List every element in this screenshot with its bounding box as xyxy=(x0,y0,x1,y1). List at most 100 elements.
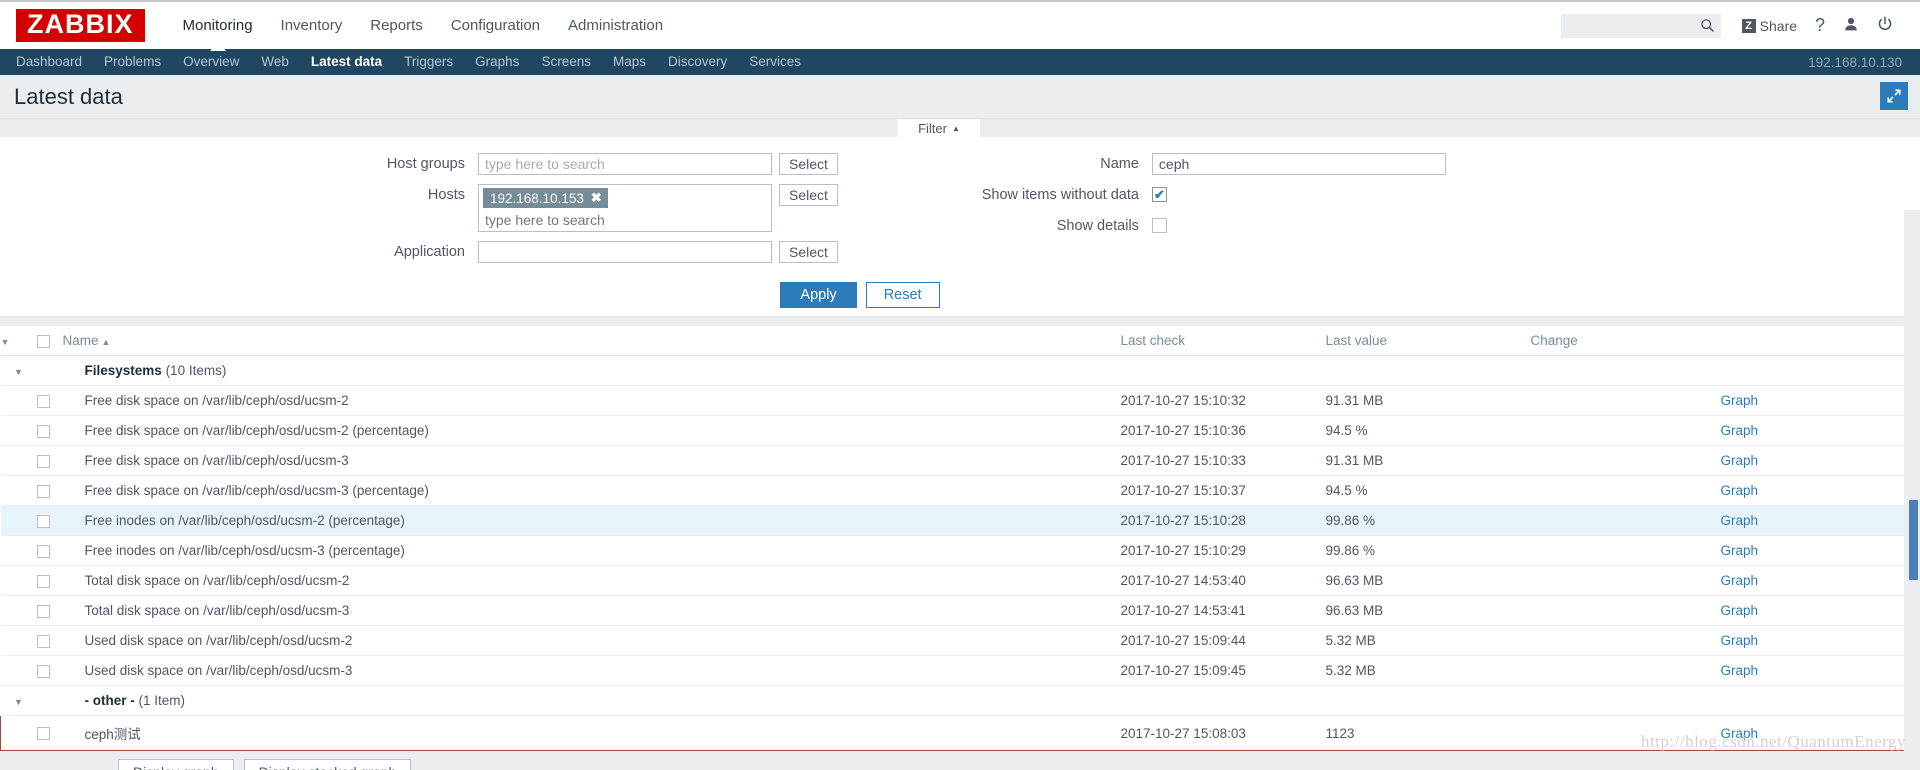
table-row[interactable]: Free disk space on /var/lib/ceph/osd/ucs… xyxy=(0,415,1905,446)
scrollbar-thumb[interactable] xyxy=(1909,500,1918,580)
group-collapse-toggle[interactable]: ▼ xyxy=(0,355,37,386)
graph-link-cell[interactable]: Graph xyxy=(1720,535,1905,566)
graph-link[interactable]: Graph xyxy=(1721,663,1759,678)
close-icon[interactable]: ✖ xyxy=(591,190,602,206)
display-graph-button[interactable]: Display graph xyxy=(118,759,234,770)
host-chip[interactable]: 192.168.10.153 ✖ xyxy=(483,188,608,208)
graph-link-cell[interactable]: Graph xyxy=(1720,655,1905,686)
nav-item-problems[interactable]: Problems xyxy=(93,49,172,75)
graph-link-cell[interactable]: Graph xyxy=(1720,385,1905,416)
graph-link[interactable]: Graph xyxy=(1721,633,1759,648)
row-checkbox[interactable] xyxy=(36,454,50,468)
graph-link[interactable]: Graph xyxy=(1721,726,1759,741)
show-details-checkbox[interactable] xyxy=(1151,218,1167,233)
table-row[interactable]: Free disk space on /var/lib/ceph/osd/ucs… xyxy=(0,385,1905,416)
search-input[interactable] xyxy=(1560,13,1721,38)
row-checkbox[interactable] xyxy=(36,634,50,648)
nav-item-triggers[interactable]: Triggers xyxy=(393,49,464,75)
row-checkbox[interactable] xyxy=(36,574,50,588)
group-collapse-toggle[interactable]: ▼ xyxy=(0,685,37,716)
main-menu-item-administration[interactable]: Administration xyxy=(554,1,677,50)
nav-item-discovery[interactable]: Discovery xyxy=(657,49,738,75)
application-input[interactable] xyxy=(478,241,772,263)
user-profile-button[interactable] xyxy=(1834,11,1868,41)
host-groups-input[interactable] xyxy=(478,153,772,175)
column-header-last-check[interactable]: Last check xyxy=(1120,326,1326,356)
filter-tab[interactable]: Filter ▲ xyxy=(898,119,980,137)
main-menu-item-reports[interactable]: Reports xyxy=(356,1,437,50)
graph-link[interactable]: Graph xyxy=(1721,423,1759,438)
logout-button[interactable] xyxy=(1868,11,1902,41)
zabbix-logo[interactable]: ZABBIX xyxy=(16,9,145,42)
table-row[interactable]: ceph测试 2017-10-27 15:08:03 1123 Graph xyxy=(0,715,1905,751)
nav-item-dashboard[interactable]: Dashboard xyxy=(5,49,93,75)
chevron-down-icon[interactable]: ▼ xyxy=(14,367,23,377)
row-checkbox-cell[interactable] xyxy=(36,625,63,656)
table-row[interactable]: Used disk space on /var/lib/ceph/osd/ucs… xyxy=(0,655,1905,686)
row-checkbox-cell[interactable] xyxy=(36,715,63,751)
main-menu-item-monitoring[interactable]: Monitoring xyxy=(169,1,267,51)
nav-item-graphs[interactable]: Graphs xyxy=(464,49,530,75)
row-checkbox-cell[interactable] xyxy=(36,415,63,446)
select-all-checkbox[interactable] xyxy=(36,334,50,348)
chevron-down-icon[interactable]: ▼ xyxy=(1,337,10,347)
row-checkbox-cell[interactable] xyxy=(36,565,63,596)
host-groups-select-button[interactable]: Select xyxy=(779,153,838,175)
row-checkbox-cell[interactable] xyxy=(36,655,63,686)
table-group-row[interactable]: ▼ Filesystems (10 Items) xyxy=(0,355,1905,386)
sort-by-name-link[interactable]: Name ▲ xyxy=(63,333,111,348)
row-checkbox[interactable] xyxy=(36,514,50,528)
table-row[interactable]: Free inodes on /var/lib/ceph/osd/ucsm-2 … xyxy=(0,505,1905,536)
graph-link-cell[interactable]: Graph xyxy=(1720,595,1905,626)
row-checkbox-cell[interactable] xyxy=(36,505,63,536)
row-checkbox[interactable] xyxy=(36,727,50,741)
row-checkbox[interactable] xyxy=(36,484,50,498)
fullscreen-icon[interactable] xyxy=(1880,82,1908,110)
table-row[interactable]: Free disk space on /var/lib/ceph/osd/ucs… xyxy=(0,445,1905,476)
column-header-name[interactable]: Name ▲ xyxy=(62,326,1121,356)
show-items-without-data-checkbox[interactable]: ✔ xyxy=(1151,187,1167,202)
table-row[interactable]: Used disk space on /var/lib/ceph/osd/ucs… xyxy=(0,625,1905,656)
row-checkbox-cell[interactable] xyxy=(36,445,63,476)
row-checkbox-cell[interactable] xyxy=(36,475,63,506)
graph-link[interactable]: Graph xyxy=(1721,393,1759,408)
collapse-all-header[interactable]: ▼ xyxy=(0,326,37,356)
graph-link[interactable]: Graph xyxy=(1721,543,1759,558)
chevron-down-icon[interactable]: ▼ xyxy=(14,697,23,707)
table-row[interactable]: Total disk space on /var/lib/ceph/osd/uc… xyxy=(0,565,1905,596)
page-scrollbar[interactable] xyxy=(1904,210,1920,770)
table-group-row[interactable]: ▼ - other - (1 Item) xyxy=(0,685,1905,716)
apply-button[interactable]: Apply xyxy=(780,282,857,308)
main-menu-item-configuration[interactable]: Configuration xyxy=(437,1,554,50)
row-checkbox-cell[interactable] xyxy=(36,595,63,626)
table-row[interactable]: Free inodes on /var/lib/ceph/osd/ucsm-3 … xyxy=(0,535,1905,566)
name-input[interactable] xyxy=(1151,153,1446,175)
graph-link-cell[interactable]: Graph xyxy=(1720,445,1905,476)
row-checkbox[interactable] xyxy=(36,664,50,678)
application-select-button[interactable]: Select xyxy=(779,241,838,263)
nav-item-maps[interactable]: Maps xyxy=(602,49,657,75)
graph-link-cell[interactable]: Graph xyxy=(1720,505,1905,536)
graph-link[interactable]: Graph xyxy=(1721,603,1759,618)
graph-link[interactable]: Graph xyxy=(1721,573,1759,588)
row-checkbox[interactable] xyxy=(36,544,50,558)
nav-item-web[interactable]: Web xyxy=(250,49,300,75)
graph-link[interactable]: Graph xyxy=(1721,513,1759,528)
row-checkbox[interactable] xyxy=(36,394,50,408)
select-all-header[interactable] xyxy=(36,326,63,356)
row-checkbox-cell[interactable] xyxy=(36,535,63,566)
graph-link-cell[interactable]: Graph xyxy=(1720,565,1905,596)
table-row[interactable]: Free disk space on /var/lib/ceph/osd/ucs… xyxy=(0,475,1905,506)
share-button[interactable]: Z Share xyxy=(1733,11,1806,41)
reset-button[interactable]: Reset xyxy=(865,282,940,308)
row-checkbox-cell[interactable] xyxy=(36,385,63,416)
table-row[interactable]: Total disk space on /var/lib/ceph/osd/uc… xyxy=(0,595,1905,626)
hosts-multiselect[interactable]: 192.168.10.153 ✖ xyxy=(478,184,772,232)
hosts-input[interactable] xyxy=(483,210,762,228)
search-icon[interactable] xyxy=(1700,18,1715,37)
graph-link-cell[interactable]: Graph xyxy=(1720,625,1905,656)
nav-item-services[interactable]: Services xyxy=(738,49,812,75)
row-checkbox[interactable] xyxy=(36,604,50,618)
display-stacked-graph-button[interactable]: Display stacked graph xyxy=(243,759,412,770)
nav-item-latest-data[interactable]: Latest data xyxy=(300,49,393,75)
